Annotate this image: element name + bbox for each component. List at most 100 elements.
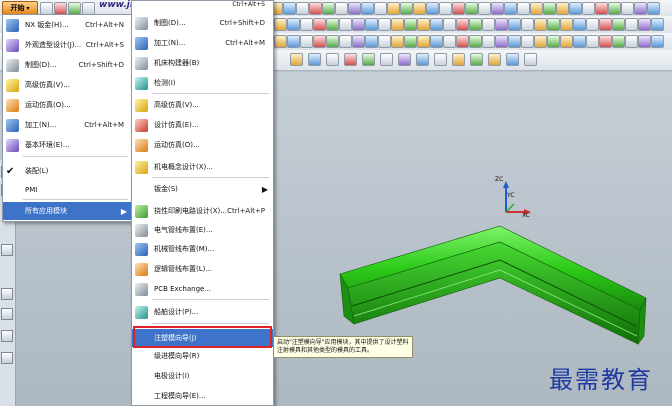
toolbar-button[interactable] (647, 2, 660, 15)
resource-bar-button-7[interactable] (1, 352, 13, 364)
toolbar-button[interactable] (465, 2, 478, 15)
toolbar-button[interactable] (365, 35, 378, 48)
toolbar-button[interactable] (387, 2, 400, 15)
toolbar-button[interactable] (417, 35, 430, 48)
toolbar-button[interactable] (599, 18, 612, 31)
menu-item[interactable]: 高级仿真(V)... (132, 96, 273, 114)
menu-item[interactable]: 检测(I) (132, 74, 273, 92)
toolbar-button[interactable] (530, 2, 543, 15)
menu-item[interactable]: 所有应用模块 ▶ (3, 202, 132, 220)
toolbar-button[interactable] (469, 35, 482, 48)
toolbar-button[interactable] (488, 53, 501, 66)
toolbar-button[interactable] (400, 2, 413, 15)
menu-item[interactable]: 高级仿真(V)... (3, 76, 132, 94)
toolbar-button[interactable] (426, 2, 439, 15)
resource-bar-button-4[interactable] (1, 288, 13, 300)
toolbar-button[interactable] (586, 35, 599, 48)
toolbar-button[interactable] (443, 18, 456, 31)
menu-item[interactable]: 加工(N)... Ctrl+Alt+M (132, 34, 273, 52)
toolbar-button[interactable] (638, 18, 651, 31)
toolbar-button[interactable] (404, 35, 417, 48)
toolbar-button[interactable] (634, 2, 647, 15)
menu-item[interactable]: 制图(D)... Ctrl+Shift+D (3, 56, 132, 74)
toolbar-button[interactable] (470, 53, 483, 66)
toolbar-button[interactable] (638, 35, 651, 48)
toolbar-button[interactable] (452, 53, 465, 66)
toolbar-button[interactable] (413, 2, 426, 15)
toolbar-button[interactable] (352, 35, 365, 48)
toolbar-button[interactable] (456, 18, 469, 31)
toolbar-button[interactable] (361, 2, 374, 15)
toolbar-button[interactable] (508, 35, 521, 48)
menu-item[interactable]: PMI (3, 181, 132, 199)
menu-item[interactable]: 逻辑管线布置(L)... (132, 260, 273, 278)
toolbar-button[interactable] (612, 18, 625, 31)
toolbar-button[interactable] (569, 2, 582, 15)
menu-item[interactable]: 级进模向导(R) (132, 347, 273, 365)
toolbar-button[interactable] (517, 2, 530, 15)
resource-bar-button-5[interactable] (1, 308, 13, 320)
menu-item[interactable]: 运动仿真(O)... (132, 136, 273, 154)
toolbar-button[interactable] (339, 18, 352, 31)
menu-item[interactable]: NX 钣金(H)... Ctrl+Alt+N (3, 16, 132, 34)
toolbar-button[interactable] (621, 2, 634, 15)
toolbar-button[interactable] (547, 18, 560, 31)
toolbar-button[interactable] (344, 53, 357, 66)
resource-bar-button-6[interactable] (1, 330, 13, 342)
menu-item[interactable]: 设计仿真(E)... (132, 116, 273, 134)
toolbar-button[interactable] (599, 35, 612, 48)
toolbar-button[interactable] (482, 35, 495, 48)
toolbar-button[interactable] (417, 18, 430, 31)
toolbar-button[interactable] (469, 18, 482, 31)
toolbar-button[interactable] (456, 35, 469, 48)
toolbar-button[interactable] (309, 2, 322, 15)
toolbar-button[interactable] (495, 35, 508, 48)
menu-item[interactable]: 加工(N)... Ctrl+Alt+M (3, 116, 132, 134)
toolbar-button[interactable] (380, 53, 393, 66)
toolbar-button[interactable] (287, 18, 300, 31)
toolbar-button[interactable] (274, 35, 287, 48)
toolbar-button[interactable] (290, 53, 303, 66)
toolbar-button[interactable] (335, 2, 348, 15)
toolbar-button[interactable] (300, 18, 313, 31)
toolbar-button[interactable] (365, 18, 378, 31)
toolbar-button[interactable] (296, 2, 309, 15)
toolbar-button[interactable] (322, 2, 335, 15)
toolbar-button[interactable] (430, 35, 443, 48)
toolbar-button[interactable] (534, 35, 547, 48)
toolbar-button[interactable] (378, 35, 391, 48)
toolbar-button[interactable] (491, 2, 504, 15)
toolbar-button[interactable] (283, 2, 296, 15)
toolbar-button[interactable] (313, 18, 326, 31)
toolbar-button[interactable] (339, 35, 352, 48)
toolbar-button[interactable] (521, 35, 534, 48)
toolbar-button[interactable] (651, 35, 664, 48)
toolbar-button[interactable] (534, 18, 547, 31)
toolbar-button[interactable] (443, 35, 456, 48)
toolbar-button[interactable] (560, 35, 573, 48)
toolbar-button[interactable] (625, 35, 638, 48)
toolbar-button[interactable] (504, 2, 517, 15)
toolbar-button[interactable] (326, 35, 339, 48)
toolbar-button[interactable] (612, 35, 625, 48)
toolbar-button[interactable] (378, 18, 391, 31)
toolbar-button[interactable] (582, 2, 595, 15)
toolbar-button[interactable] (352, 18, 365, 31)
toolbar-button[interactable] (547, 35, 560, 48)
toolbar-button[interactable] (625, 18, 638, 31)
toolbar-button[interactable] (308, 53, 321, 66)
toolbar-button[interactable] (348, 2, 361, 15)
toolbar-button[interactable] (326, 18, 339, 31)
menu-item[interactable]: 机床构建器(B) (132, 54, 273, 72)
menu-item[interactable]: PCB Exchange... (132, 280, 273, 298)
toolbar-button[interactable] (508, 18, 521, 31)
menu-item[interactable]: 机械管线布置(M)... (132, 240, 273, 258)
menu-item[interactable]: 外观造型设计(J)... Ctrl+Alt+S (3, 36, 132, 54)
toolbar-button[interactable] (313, 35, 326, 48)
toolbar-button[interactable] (398, 53, 411, 66)
toolbar-button[interactable] (439, 2, 452, 15)
toolbar-button[interactable] (362, 53, 375, 66)
menu-item[interactable]: 工程模向导(E)... (132, 387, 273, 405)
toolbar-button[interactable] (478, 2, 491, 15)
toolbar-button[interactable] (560, 18, 573, 31)
